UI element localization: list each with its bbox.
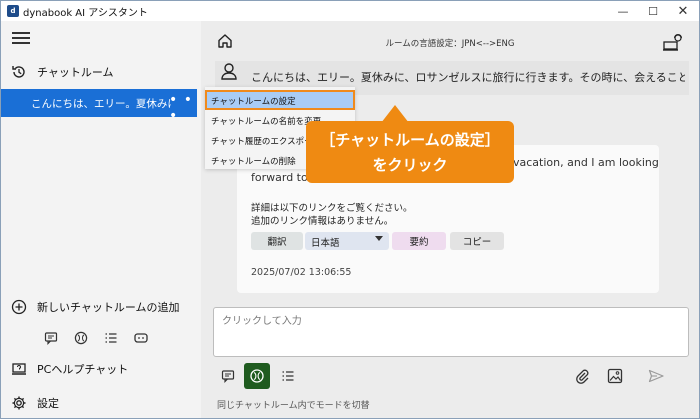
chatroom-item-selected[interactable]: こんにちは、エリー。夏休みに、ロサンゼルスに旅行に行きます。 • • •: [1, 89, 197, 124]
assistant-link-info: 詳細は以下のリンクをご覧ください。 追加のリンク情報はありません。: [251, 202, 413, 228]
menu-item-label: チャットルームの設定: [211, 97, 296, 107]
image-icon[interactable]: [606, 367, 624, 385]
user-avatar-icon: [219, 61, 239, 81]
add-chatroom-label: 新しいチャットルームの追加: [37, 301, 180, 314]
support-agent-icon[interactable]: [663, 33, 683, 51]
window-title: dynabook AI アシスタント: [23, 8, 148, 19]
menu-item-label: チャットルームの名前を変更: [211, 117, 322, 127]
maximize-button[interactable]: ☐: [639, 1, 667, 21]
mode-switch-caption: 同じチャットルーム内でモードを切替: [217, 401, 370, 411]
attachment-icon[interactable]: [573, 367, 591, 385]
minimize-button[interactable]: —: [609, 1, 637, 21]
callout-line: をクリック: [372, 156, 448, 174]
chat-input[interactable]: クリックして入力: [213, 307, 689, 357]
close-button[interactable]: ✕: [669, 1, 697, 21]
mode-icon-group: [41, 330, 161, 346]
title-bar: d dynabook AI アシスタント — ☐ ✕: [1, 1, 699, 21]
user-message-text: こんにちは、エリー。夏休みに、ロサンゼルスに旅行に行きます。その時に、会えること…: [251, 71, 685, 84]
history-icon: [11, 64, 27, 80]
game-mode-icon[interactable]: [133, 330, 149, 346]
copy-button[interactable]: コピー: [450, 232, 504, 250]
menu-item-label: チャットルームの削除: [211, 157, 296, 167]
translate-mode-icon[interactable]: [73, 330, 89, 346]
chat-input-placeholder: クリックして入力: [222, 316, 302, 327]
input-toolbar: [201, 363, 699, 391]
link-info-line: 追加のリンク情報はありません。: [251, 216, 394, 227]
callout-line: ［チャットルームの設定］: [320, 131, 500, 149]
chatroom-header-label: チャットルーム: [37, 66, 114, 79]
sidebar: チャットルーム こんにちは、エリー。夏休みに、ロサンゼルスに旅行に行きます。 •…: [1, 21, 201, 418]
message-actions: 翻訳 日本語 要約 コピー: [251, 232, 551, 252]
language-select[interactable]: 日本語: [305, 232, 389, 250]
gear-icon: [11, 395, 27, 411]
chatroom-item-label: こんにちは、エリー。夏休みに、ロサンゼルスに旅行に行きます。: [31, 98, 171, 110]
summary-button[interactable]: 要約: [392, 232, 446, 250]
settings-label: 設定: [37, 397, 59, 410]
more-options-icon[interactable]: • • •: [169, 92, 197, 124]
laptop-help-icon: [11, 361, 27, 377]
translate-button[interactable]: 翻訳: [251, 232, 303, 250]
menu-item-chatroom-settings[interactable]: チャットルームの設定: [205, 90, 355, 110]
pc-help-chat-button[interactable]: PCヘルプチャット: [1, 356, 201, 382]
chat-mode-icon[interactable]: [43, 330, 59, 346]
language-select-value: 日本語: [311, 238, 340, 249]
pc-help-chat-label: PCヘルプチャット: [37, 363, 129, 376]
list-mode-icon[interactable]: [279, 367, 297, 385]
chevron-down-icon: [375, 236, 383, 241]
message-timestamp: 2025/07/02 13:06:55: [251, 267, 352, 278]
app-logo-icon: d: [7, 5, 19, 17]
translate-mode-button[interactable]: [244, 363, 270, 389]
list-mode-icon[interactable]: [103, 330, 119, 346]
assistant-text-line: vacation, and I am looking: [513, 156, 659, 169]
settings-button[interactable]: 設定: [1, 390, 201, 416]
hamburger-menu-icon[interactable]: [12, 31, 30, 45]
plus-circle-icon: [11, 299, 27, 315]
send-icon[interactable]: [647, 367, 665, 385]
link-info-line: 詳細は以下のリンクをご覧ください。: [251, 203, 413, 214]
app-window: d dynabook AI アシスタント — ☐ ✕ チャットルーム こんにちは…: [0, 0, 700, 419]
chat-main-area: ルームの言語設定：JPN<-->ENG こんにちは、エリー。夏休みに、ロサンゼル…: [201, 21, 699, 418]
chatroom-header[interactable]: チャットルーム: [1, 59, 201, 85]
add-chatroom-button[interactable]: 新しいチャットルームの追加: [1, 294, 201, 320]
chat-mode-icon[interactable]: [219, 367, 237, 385]
room-language-setting: ルームの言語設定：JPN<-->ENG: [385, 39, 515, 49]
menu-item-label: チャット履歴のエクスポート: [211, 137, 322, 147]
instruction-callout: ［チャットルームの設定］ をクリック: [306, 121, 514, 183]
globe-icon: [250, 369, 264, 383]
